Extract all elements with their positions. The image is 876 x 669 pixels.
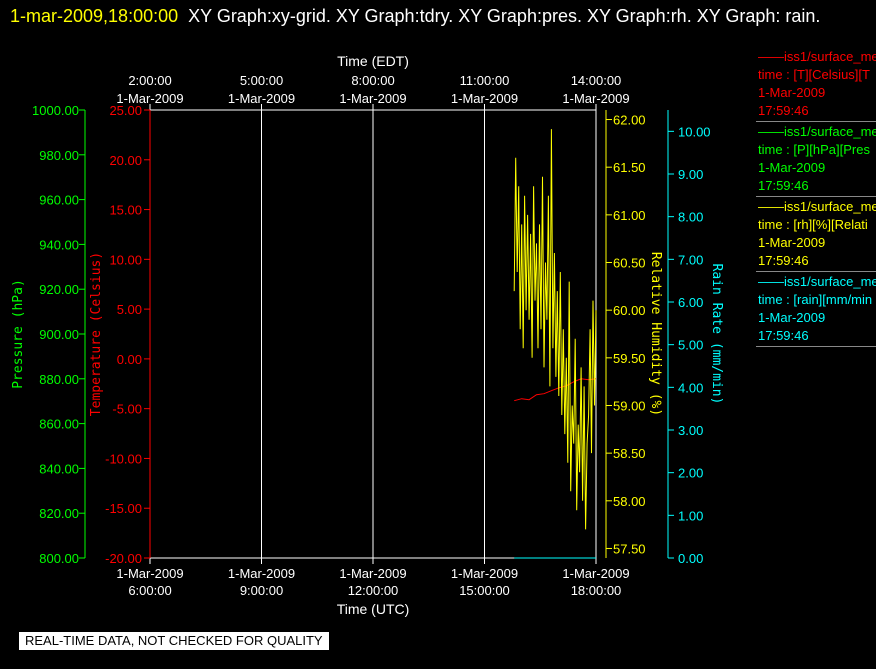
humidity-tick-label: 57.50 [613,541,646,556]
legend-entry: ——iss1/surface_metime : [rh][%][Relati 1-… [756,198,876,272]
x-bottom-axis-label: Time (UTC) [337,601,410,617]
x-tick-label-time: 12:00:00 [348,583,399,598]
series-humidity-line [513,129,597,530]
temperature-tick-label: 0.00 [117,352,142,367]
legend-entry-text: 1-Mar-2009 [758,235,826,250]
pressure-tick-label: 960.00 [39,193,79,208]
rain-tick-label: 2.00 [678,466,703,481]
x-top-tick-label-date: 1-Mar-2009 [228,91,295,106]
legend-entry-text: time : [rh][%][Relati [758,217,868,232]
temperature-tick-label: 10.00 [109,252,142,267]
rain-tick-label: 3.00 [678,423,703,438]
rain-tick-label: 9.00 [678,167,703,182]
pressure-tick-label: 900.00 [39,327,79,342]
x-tick-label-time: 18:00:00 [571,583,622,598]
x-top-tick-label-date: 1-Mar-2009 [562,91,629,106]
x-top-axis-label: Time (EDT) [337,53,409,69]
x-tick-label-time: 6:00:00 [128,583,171,598]
humidity-axis-title: Relative Humidity (%) [648,252,663,416]
legend-entry-text: 1-Mar-2009 [758,310,826,325]
humidity-tick-label: 59.00 [613,398,646,413]
x-tick-label-date: 1-Mar-2009 [451,566,518,581]
legend-entry-text: ——iss1/surface_me [758,124,876,139]
humidity-tick-label: 60.50 [613,256,646,271]
legend-entry: ——iss1/surface_metime : [P][hPa][Pres 1-M… [756,123,876,197]
humidity-tick-label: 58.50 [613,446,646,461]
legend-entry-text: 17:59:46 [758,328,809,343]
rain-tick-label: 1.00 [678,508,703,523]
x-top-tick-label-time: 5:00:00 [240,73,283,88]
humidity-tick-label: 58.00 [613,494,646,509]
pressure-tick-label: 840.00 [39,461,79,476]
legend-entry-text: ——iss1/surface_me [758,49,876,64]
temperature-tick-label: 25.00 [109,103,142,118]
x-tick-label-date: 1-Mar-2009 [116,566,183,581]
x-top-tick-label-time: 2:00:00 [128,73,171,88]
legend-entry-text: 1-Mar-2009 [758,160,826,175]
rain-tick-label: 5.00 [678,338,703,353]
rain-tick-label: 7.00 [678,252,703,267]
chart: 1-Mar-2009 6:00:00 1-Mar-2009 9:00:00 1-Mar-… [11,53,724,617]
rain-tick-label: 0.00 [678,551,703,566]
pressure-tick-label: 1000.00 [32,103,79,118]
x-tick-label-time: 15:00:00 [459,583,510,598]
humidity-tick-label: 60.00 [613,303,646,318]
legend-entry: ——iss1/surface_metime : [T][Celsius][T 1-… [756,48,876,122]
rain-tick-label: 8.00 [678,210,703,225]
temperature-tick-label: -10.00 [105,451,142,466]
pressure-axis-title: Pressure (hPa) [11,279,26,389]
temperature-tick-label: -20.00 [105,551,142,566]
temperature-tick-label: 20.00 [109,153,142,168]
pressure-tick-label: 940.00 [39,237,79,252]
rain-tick-label: 4.00 [678,380,703,395]
x-tick-label-date: 1-Mar-2009 [562,566,629,581]
x-top-tick-label-time: 8:00:00 [351,73,394,88]
legend-entry-text: time : [rain][mm/min [758,292,873,307]
legend-entry-text: 17:59:46 [758,178,809,193]
humidity-tick-label: 61.00 [613,208,646,223]
pressure-tick-label: 820.00 [39,506,79,521]
x-top-tick-label-time: 14:00:00 [571,73,622,88]
x-top-tick-label-date: 1-Mar-2009 [339,91,406,106]
temperature-tick-label: -15.00 [105,501,142,516]
temperature-tick-label: 15.00 [109,203,142,218]
legend-entry-text: ——iss1/surface_me [758,199,876,214]
x-tick-label-date: 1-Mar-2009 [339,566,406,581]
legend-entry-text: 17:59:46 [758,253,809,268]
rain-tick-label: 6.00 [678,295,703,310]
pressure-tick-label: 920.00 [39,282,79,297]
legend-entry-text: ——iss1/surface_me [758,274,876,289]
pressure-tick-label: 860.00 [39,417,79,432]
legend-entry-text: 1-Mar-2009 [758,85,826,100]
legend-entry-text: time : [T][Celsius][T [758,67,870,82]
temperature-tick-label: -5.00 [112,402,142,417]
pressure-tick-label: 800.00 [39,551,79,566]
x-tick-label-time: 9:00:00 [240,583,283,598]
humidity-tick-label: 62.00 [613,113,646,128]
quality-banner: REAL-TIME DATA, NOT CHECKED FOR QUALITY [19,632,329,650]
legend-entry: ——iss1/surface_metime : [rain][mm/min 1-M… [756,273,876,347]
x-top-tick-label-date: 1-Mar-2009 [451,91,518,106]
humidity-tick-label: 61.50 [613,160,646,175]
x-top-tick-label-time: 11:00:00 [460,73,510,88]
pressure-tick-label: 880.00 [39,372,79,387]
pressure-tick-label: 980.00 [39,148,79,163]
temperature-axis-title: Temperature (Celsius) [89,252,104,416]
x-tick-label-date: 1-Mar-2009 [228,566,295,581]
temperature-tick-label: 5.00 [117,302,142,317]
legend: ——iss1/surface_me time : [T][Celsius][T 1-… [756,48,876,348]
humidity-tick-label: 59.50 [613,351,646,366]
rain-tick-label: 10.00 [678,124,711,139]
legend-entry-text: time : [P][hPa][Pres [758,142,870,157]
rain-axis-title: Rain Rate (mm/min) [709,264,724,405]
legend-entry-text: 17:59:46 [758,103,809,118]
